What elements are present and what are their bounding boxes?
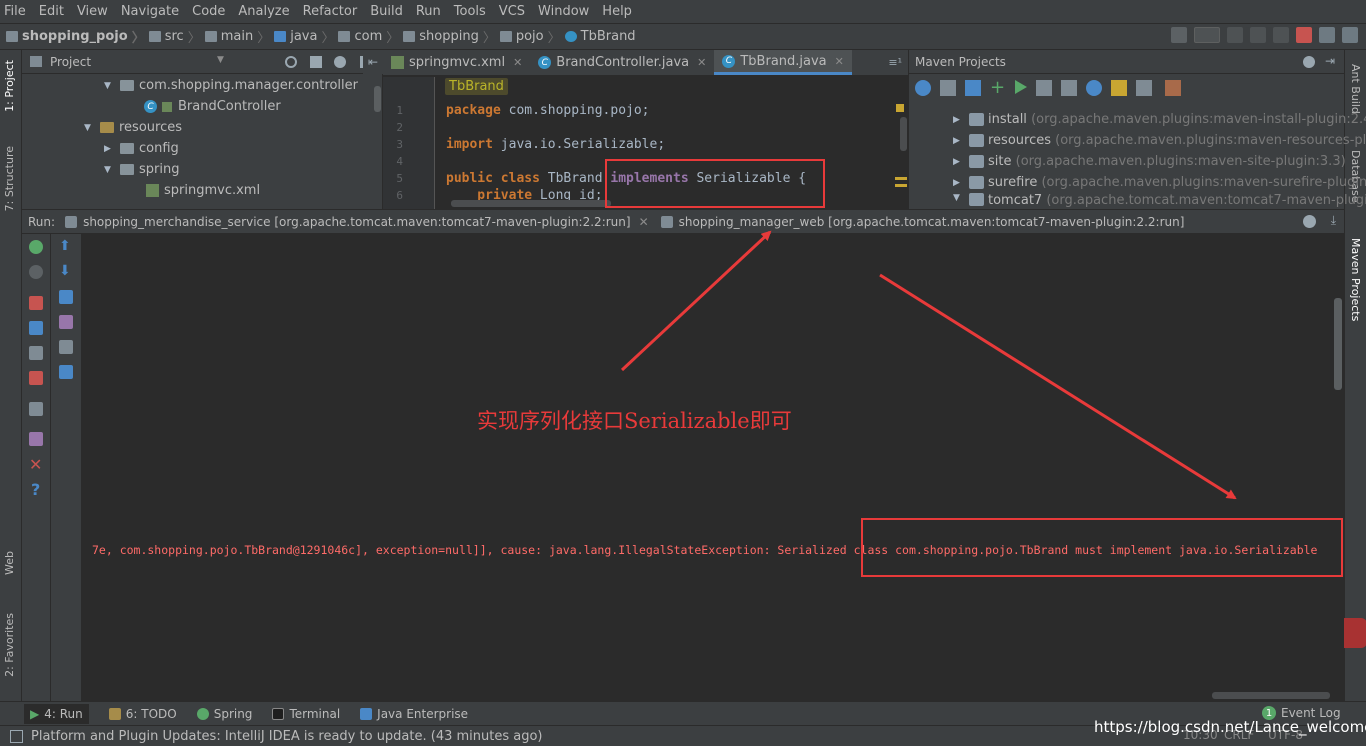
tab-label: Java Enterprise	[377, 706, 469, 721]
spring-icon	[196, 707, 209, 720]
todo-icon	[108, 707, 121, 720]
toggle-tool-windows-icon[interactable]	[10, 729, 23, 743]
tab-label: 4: Run	[44, 706, 83, 721]
tool-tab-java-enterprise[interactable]: Java Enterprise	[360, 707, 468, 721]
annotation-text: 实现序列化接口Serializable即可	[477, 409, 792, 433]
java-enterprise-icon	[360, 707, 373, 720]
watermark: https://blog.csdn.net/Lance_welcome	[1094, 718, 1366, 736]
status-message[interactable]: Platform and Plugin Updates: IntelliJ ID…	[31, 729, 543, 744]
tool-tab-todo[interactable]: 6: TODO	[108, 706, 177, 721]
arrow-to-run-tab	[620, 230, 772, 372]
run-icon: ▶	[30, 706, 40, 721]
tab-label: 6: TODO	[125, 706, 177, 721]
tab-label: Spring	[213, 706, 253, 721]
annotation-arrows	[620, 230, 1237, 500]
arrow-to-error	[879, 273, 1237, 500]
tool-tab-run[interactable]: ▶ 4: Run	[24, 703, 89, 724]
tool-tab-terminal[interactable]: Terminal	[272, 707, 340, 721]
terminal-icon	[272, 707, 285, 720]
tool-tab-spring[interactable]: Spring	[196, 706, 253, 721]
tab-label: Terminal	[289, 706, 341, 721]
